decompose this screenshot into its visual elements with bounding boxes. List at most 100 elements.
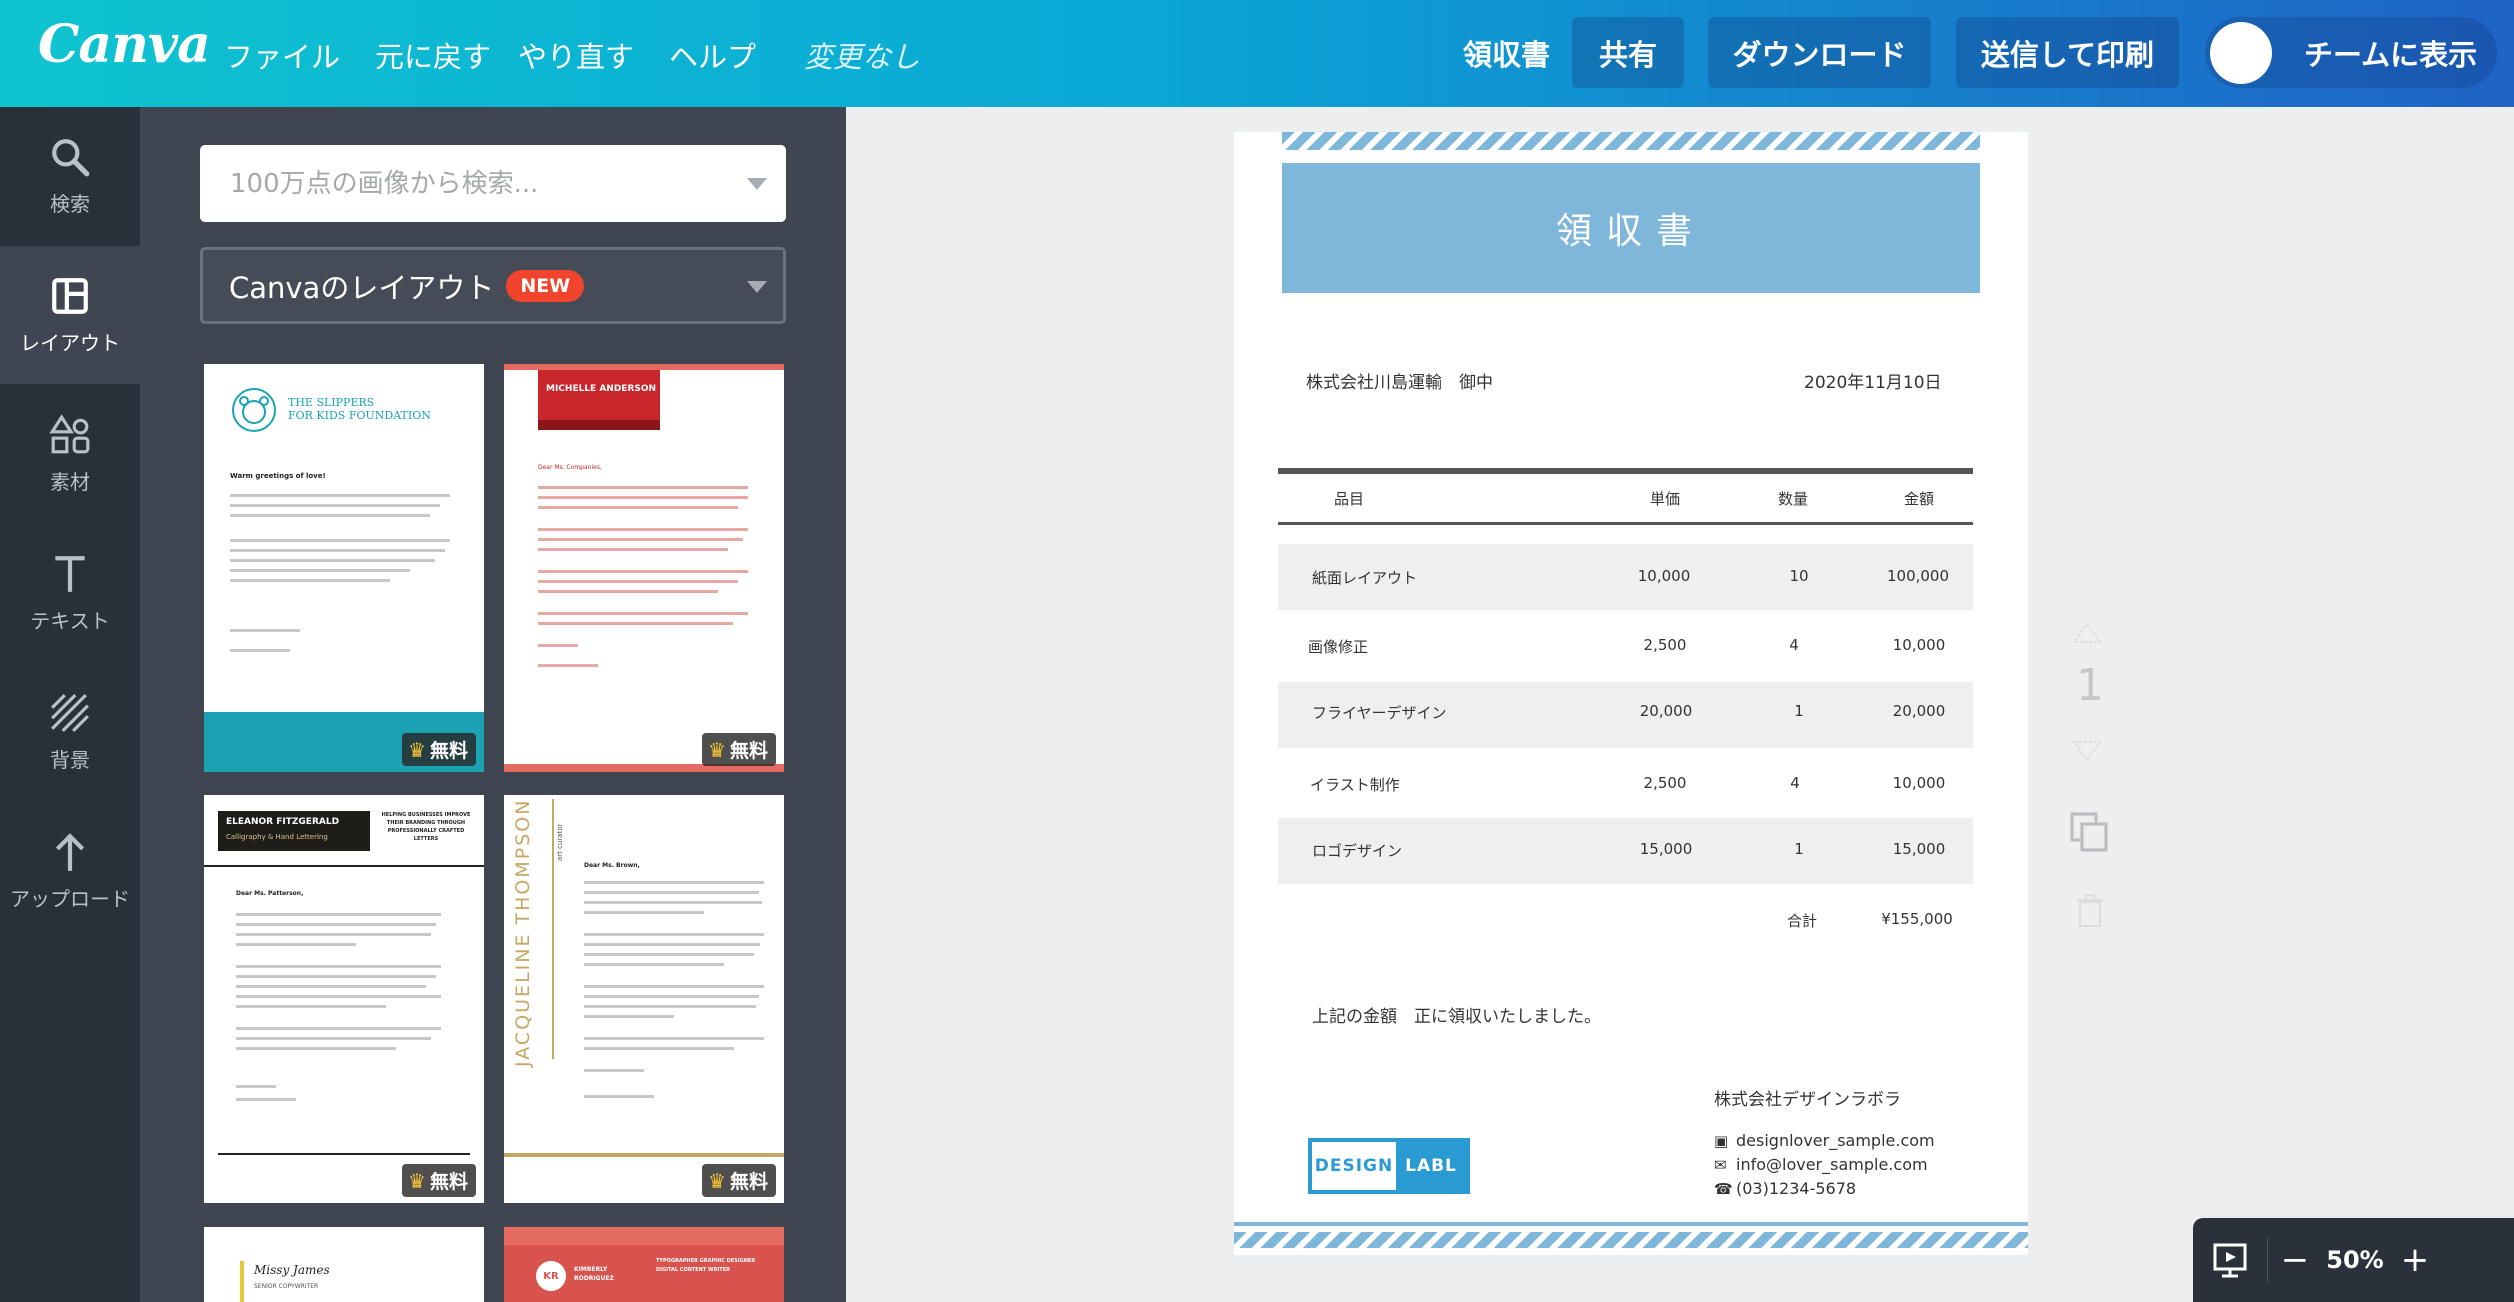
menu-undo[interactable]: 元に戻す	[375, 34, 491, 76]
free-badge: ♛ 無料	[402, 733, 476, 766]
background-icon	[51, 693, 89, 732]
designlabl-logo[interactable]: DESIGN LABL	[1308, 1138, 1470, 1194]
page-up-icon[interactable]	[2072, 622, 2102, 648]
layout-dropdown-label: Canvaのレイアウト	[229, 270, 495, 305]
template-services: TYPOGRAPHER GRAPHIC DESIGNER DIGITAL CON…	[656, 1258, 756, 1273]
table-cell-amount[interactable]: 15,000	[1893, 840, 1946, 858]
canva-logo[interactable]: Canva	[38, 14, 211, 75]
page-down-icon[interactable]	[2072, 740, 2102, 766]
table-cell-amount[interactable]: 10,000	[1893, 774, 1946, 792]
nav-upload[interactable]: アップロード	[0, 802, 140, 940]
table-cell-price[interactable]: 2,500	[1644, 774, 1687, 792]
nav-layout[interactable]: レイアウト	[0, 246, 140, 384]
template-eleanor[interactable]: ELEANOR FITZGERALD Calligraphy & Hand Le…	[204, 795, 484, 1203]
contact-phone[interactable]: ☎ (03)1234-5678	[1714, 1179, 1856, 1198]
present-icon[interactable]	[2193, 1242, 2267, 1278]
header-amount: 金額	[1903, 490, 1935, 508]
total-value[interactable]: ¥155,000	[1881, 910, 1953, 928]
table-cell-amount[interactable]: 20,000	[1893, 702, 1946, 720]
nav-elements[interactable]: 素材	[0, 385, 140, 523]
mail-icon: ✉	[1714, 1155, 1727, 1174]
layout-dropdown[interactable]: Canvaのレイアウト NEW	[200, 247, 786, 324]
table-header-rule	[1278, 522, 1973, 525]
template-title: FOR KIDS FOUNDATION	[288, 409, 431, 422]
chevron-down-icon	[747, 281, 767, 293]
table-cell-price[interactable]: 20,000	[1640, 702, 1693, 720]
bear-logo-icon	[232, 388, 276, 432]
website-icon: ▣	[1714, 1131, 1729, 1150]
table-cell-item[interactable]: 画像修正	[1308, 636, 1368, 657]
template-role: art curator	[556, 823, 564, 862]
contact-website[interactable]: ▣ designlover_sample.com	[1714, 1131, 1935, 1150]
table-cell-item[interactable]: イラスト制作	[1310, 774, 1400, 795]
template-jacqueline[interactable]: JACQUELINE THOMPSON art curator Dear Ms.…	[504, 795, 784, 1203]
nav-background[interactable]: 背景	[0, 663, 140, 801]
recipient[interactable]: 株式会社川島運輸 御中	[1306, 368, 1493, 393]
download-button[interactable]: ダウンロード	[1708, 17, 1931, 88]
receipt-date[interactable]: 2020年11月10日	[1804, 368, 1942, 393]
receipt-statement[interactable]: 上記の金額 正に領収いたしました。	[1312, 1002, 1601, 1027]
menu-file[interactable]: ファイル	[224, 34, 340, 76]
table-cell-item[interactable]: ロゴデザイン	[1312, 840, 1402, 861]
table-cell-qty[interactable]: 1	[1794, 840, 1804, 858]
table-cell-price[interactable]: 2,500	[1644, 636, 1687, 654]
zoom-level[interactable]: 50%	[2322, 1246, 2388, 1274]
new-badge: NEW	[506, 269, 585, 302]
table-cell-amount[interactable]: 10,000	[1893, 636, 1946, 654]
crown-icon: ♛	[708, 1168, 726, 1193]
template-greeting: Dear Ms. Companies,	[538, 464, 602, 471]
table-cell-qty[interactable]: 4	[1790, 774, 1800, 792]
receipt-page[interactable]: 領収書 株式会社川島運輸 御中 2020年11月10日 品目 単価 数量 金額 …	[1234, 132, 2028, 1255]
header-qty: 数量	[1777, 490, 1809, 508]
share-button[interactable]: 共有	[1572, 17, 1684, 88]
menu-help[interactable]: ヘルプ	[669, 34, 756, 76]
team-label: チームに表示	[2304, 37, 2478, 72]
table-top-rule	[1278, 468, 1973, 474]
total-label[interactable]: 合計	[1787, 910, 1817, 931]
nav-upload-label: アップロード	[10, 886, 130, 911]
logo-text-labl: LABL	[1405, 1156, 1457, 1176]
template-slippers[interactable]: THE SLIPPERS FOR KIDS FOUNDATION Warm gr…	[204, 364, 484, 772]
issuer-company[interactable]: 株式会社デザインラボラ	[1714, 1085, 1901, 1110]
template-missy[interactable]: Missy James SENIOR COPYWRITER	[204, 1227, 484, 1302]
save-status: 変更なし	[804, 40, 921, 74]
contact-email[interactable]: ✉ info@lover_sample.com	[1714, 1155, 1928, 1174]
bottom-rule	[1234, 1222, 2028, 1226]
nav-text[interactable]: テキスト	[0, 524, 140, 662]
table-cell-qty[interactable]: 4	[1789, 636, 1799, 654]
template-title: ELEANOR FITZGERALD	[226, 817, 340, 827]
zoom-in-button[interactable]: +	[2388, 1240, 2442, 1280]
logo-text-design: DESIGN	[1312, 1142, 1396, 1190]
table-cell-item[interactable]: フライヤーデザイン	[1312, 702, 1447, 723]
template-michelle[interactable]: MICHELLE ANDERSON Dear Ms. Companies, ♛ 無…	[504, 364, 784, 772]
table-cell-item[interactable]: 紙面レイアウト	[1312, 567, 1417, 588]
receipt-title[interactable]: 領収書	[1282, 163, 1980, 293]
header-price: 単価	[1649, 490, 1681, 508]
menu-redo[interactable]: やり直す	[518, 34, 634, 76]
crown-icon: ♛	[708, 737, 726, 762]
duplicate-page-icon[interactable]	[2070, 812, 2110, 858]
nav-layout-label: レイアウト	[20, 330, 120, 355]
template-kimberly[interactable]: KR KIMBERLY RODRIGUEZ TYPOGRAPHER GRAPHI…	[504, 1227, 784, 1302]
template-subtitle: SENIOR COPYWRITER	[254, 1283, 319, 1290]
table-cell-qty[interactable]: 10	[1789, 567, 1808, 585]
search-input[interactable]	[200, 145, 740, 222]
table-cell-amount[interactable]: 100,000	[1887, 567, 1949, 585]
table-cell-price[interactable]: 15,000	[1640, 840, 1693, 858]
zoom-out-button[interactable]: −	[2268, 1240, 2322, 1280]
table-cell-qty[interactable]: 1	[1794, 702, 1804, 720]
chevron-down-icon[interactable]	[747, 178, 767, 190]
nav-search[interactable]: 検索	[0, 107, 140, 245]
template-title: KIMBERLY RODRIGUEZ	[574, 1266, 614, 1282]
free-badge: ♛ 無料	[702, 733, 776, 766]
template-title: Missy James	[254, 1263, 330, 1277]
team-toggle-button[interactable]: チームに表示	[2205, 17, 2497, 88]
document-title[interactable]: 領収書	[1463, 32, 1550, 74]
top-bar: Canva ファイル 元に戻す やり直す ヘルプ 変更なし 領収書 共有 ダウン…	[0, 0, 2514, 107]
upload-icon	[55, 832, 85, 871]
table-cell-price[interactable]: 10,000	[1638, 567, 1691, 585]
delete-page-icon[interactable]	[2076, 894, 2104, 932]
text-icon	[55, 555, 85, 592]
free-badge: ♛ 無料	[702, 1164, 776, 1197]
print-button[interactable]: 送信して印刷	[1956, 17, 2179, 88]
